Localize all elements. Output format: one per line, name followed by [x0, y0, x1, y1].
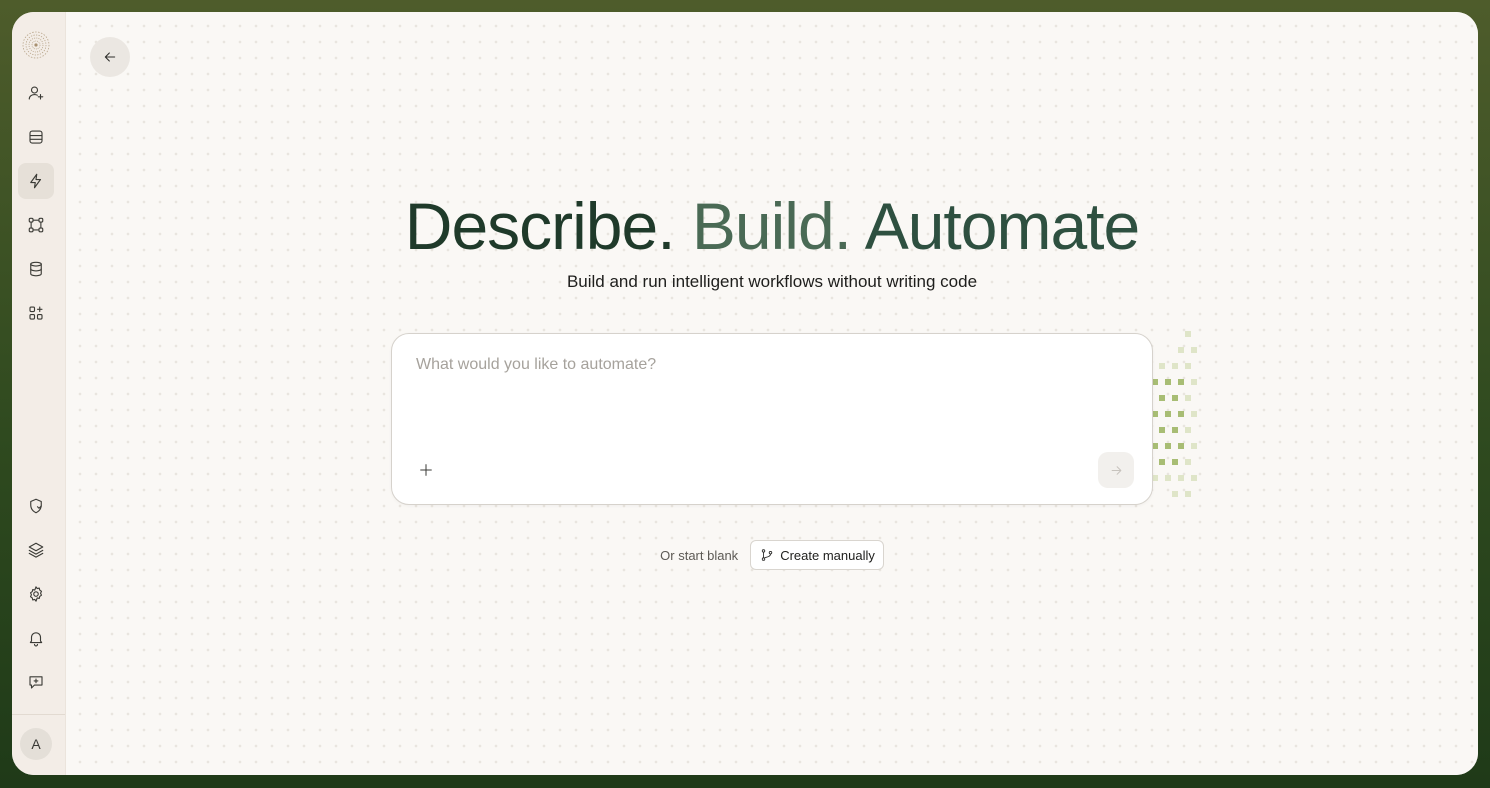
- pattern-dot: [1185, 459, 1191, 465]
- database-icon: [30, 261, 42, 277]
- pattern-dot: [1172, 459, 1178, 465]
- pattern-dot: [1191, 443, 1197, 449]
- sidebar-item-layers[interactable]: [18, 532, 54, 568]
- plus-icon: [420, 464, 432, 476]
- pattern-dot: [1191, 411, 1197, 417]
- pattern-dot: [1185, 491, 1191, 497]
- title-automate: Automate: [864, 189, 1140, 263]
- main-content: Describe. Build. Automate Build and run …: [66, 12, 1478, 775]
- sidebar-item-security[interactable]: [18, 488, 54, 524]
- pattern-dot: [1165, 475, 1171, 481]
- sidebar-item-notifications[interactable]: [18, 620, 54, 656]
- shield-icon: [30, 498, 42, 514]
- bell-icon: [29, 632, 43, 647]
- avatar[interactable]: A: [20, 728, 52, 760]
- table-icon: [29, 130, 43, 144]
- start-blank-label: Or start blank: [660, 547, 739, 563]
- sidebar-divider: [12, 714, 65, 715]
- attach-button[interactable]: [414, 458, 438, 482]
- user-plus-icon: [28, 86, 44, 100]
- app-window: A Describe. Build. Automate Build and ru…: [12, 12, 1478, 775]
- apps-add-icon: [29, 306, 43, 320]
- pattern-dot: [1178, 411, 1184, 417]
- spiral-logo[interactable]: [21, 30, 51, 60]
- sidebar-item-database[interactable]: [18, 251, 54, 287]
- pattern-dot: [1191, 475, 1197, 481]
- arrow-left-icon: [104, 52, 116, 62]
- pattern-dot: [1172, 395, 1178, 401]
- sidebar-item-automations[interactable]: [18, 163, 54, 199]
- page-subtitle: Build and run intelligent workflows with…: [566, 272, 978, 291]
- pattern-dot: [1178, 475, 1184, 481]
- lightning-icon: [30, 173, 42, 189]
- create-manually-button[interactable]: Create manually: [750, 540, 884, 570]
- pattern-dot: [1165, 443, 1171, 449]
- sidebar-item-settings[interactable]: [18, 576, 54, 612]
- sidebar-item-contacts[interactable]: [18, 75, 54, 111]
- pattern-dot: [1191, 347, 1197, 353]
- pattern-dot: [1159, 395, 1165, 401]
- gear-icon: [29, 586, 43, 602]
- pattern-dot: [1185, 331, 1191, 337]
- pattern-dot: [1172, 491, 1178, 497]
- page-title: Describe. Build. Automate: [66, 188, 1478, 264]
- pattern-dot: [1185, 363, 1191, 369]
- pattern-dot: [1165, 411, 1171, 417]
- pattern-dot: [1178, 379, 1184, 385]
- pattern-dot: [1185, 395, 1191, 401]
- pattern-dot: [1172, 427, 1178, 433]
- layers-icon: [28, 542, 44, 558]
- workflow-nodes-icon: [28, 217, 44, 233]
- pattern-dot: [1159, 459, 1165, 465]
- chat-plus-icon: [29, 676, 43, 689]
- sidebar-item-feedback[interactable]: [18, 664, 54, 700]
- pattern-dot: [1159, 363, 1165, 369]
- arrow-right-icon: [1111, 465, 1121, 475]
- sidebar-item-workflows[interactable]: [18, 207, 54, 243]
- create-manually-label: Create manually: [780, 547, 875, 563]
- pattern-dot: [1191, 379, 1197, 385]
- title-build: Build.: [691, 189, 852, 263]
- prompt-box: [391, 333, 1153, 505]
- pattern-dot: [1178, 443, 1184, 449]
- sidebar: A: [12, 12, 66, 775]
- automation-prompt-input[interactable]: [416, 356, 1116, 436]
- start-blank-row: Or start blank Create manually: [66, 540, 1478, 570]
- sidebar-item-apps[interactable]: [18, 295, 54, 331]
- send-button[interactable]: [1098, 452, 1134, 488]
- sidebar-item-tables[interactable]: [18, 119, 54, 155]
- title-describe: Describe.: [404, 189, 676, 263]
- pattern-dot: [1172, 363, 1178, 369]
- pattern-dot: [1178, 347, 1184, 353]
- pattern-dot: [1165, 379, 1171, 385]
- back-button[interactable]: [90, 37, 130, 77]
- git-branch-icon: [761, 549, 773, 561]
- pattern-dot: [1185, 427, 1191, 433]
- pattern-dot: [1159, 427, 1165, 433]
